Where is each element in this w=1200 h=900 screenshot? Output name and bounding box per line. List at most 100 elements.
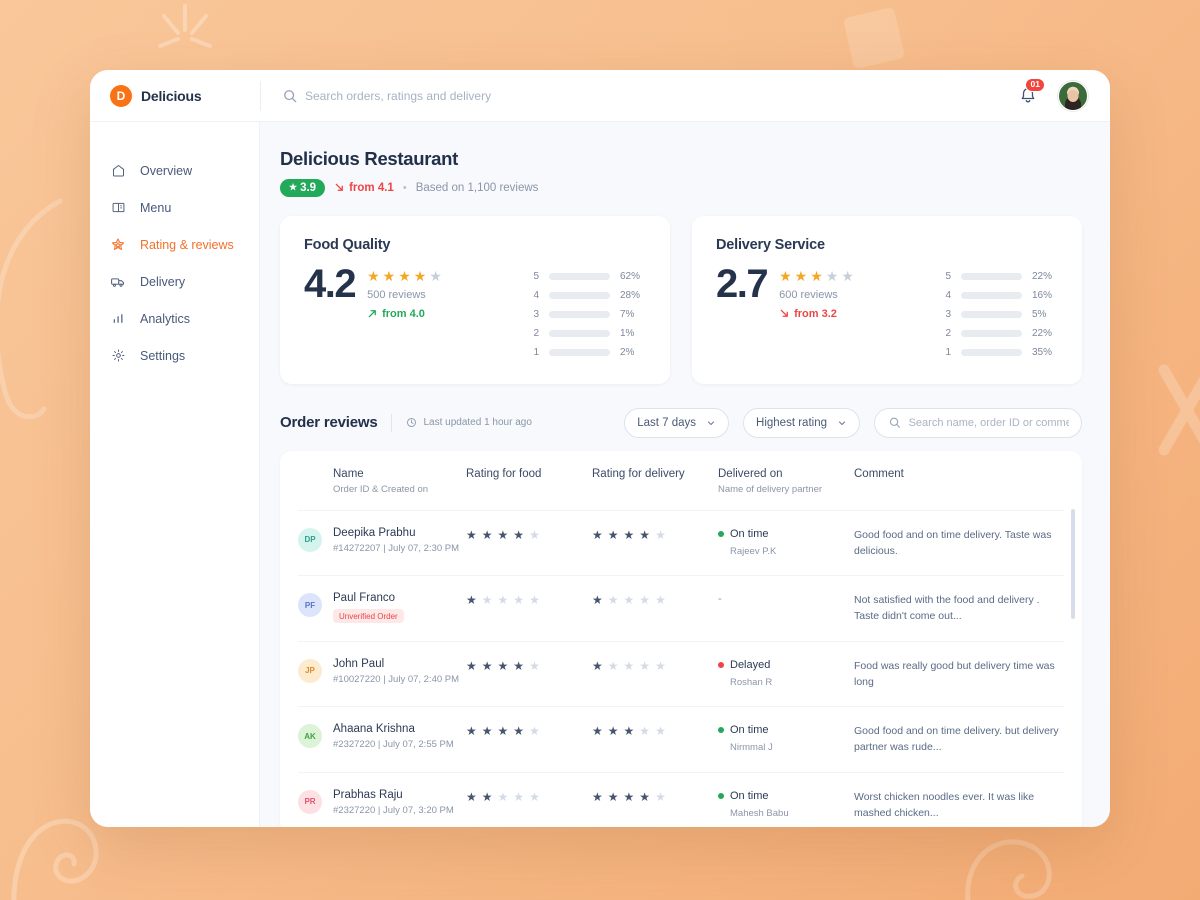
user-avatar[interactable] — [1058, 80, 1088, 111]
main-content: Delicious Restaurant ★ 3.9 from 4.1 • Ba… — [260, 122, 1110, 827]
cell-rating-food: ★ ★ ★ ★ ★ — [466, 592, 592, 606]
star-icon: ★ — [607, 527, 619, 542]
reviews-search[interactable] — [874, 407, 1082, 438]
delivery-status: On time — [718, 789, 854, 802]
sidebar-item-label: Delivery — [140, 274, 186, 289]
star-rating: ★ ★ ★ ★ ★ — [779, 269, 854, 283]
sidebar-item-analytics[interactable]: Analytics — [90, 300, 259, 337]
column-header-comment: Comment — [854, 468, 1064, 480]
cell-rating-delivery: ★ ★ ★ ★ ★ — [592, 658, 718, 672]
star-icon: ★ — [592, 593, 603, 608]
bar-value: 2% — [620, 346, 635, 358]
sidebar-item-menu[interactable]: Menu — [90, 189, 259, 226]
bar-category: 4 — [945, 289, 951, 301]
bar-row: 1 2% — [532, 343, 646, 362]
score-trend-text: from 3.2 — [794, 307, 837, 320]
book-icon — [110, 200, 126, 216]
table-row[interactable]: AK Ahaana Krishna #2327220 | July 07, 2:… — [280, 707, 1082, 772]
bar-row: 1 35% — [944, 343, 1058, 362]
table-scrollbar[interactable] — [1071, 508, 1075, 619]
reviews-search-input[interactable] — [908, 416, 1069, 429]
star-icon: ★ — [481, 724, 493, 739]
star-icon: ★ — [529, 658, 540, 673]
sidebar-item-label: Analytics — [140, 311, 191, 326]
empty-value: - — [718, 593, 722, 606]
star-icon: ★ — [639, 527, 651, 542]
star-icon: ★ — [623, 658, 635, 673]
global-search-input[interactable] — [305, 88, 625, 103]
bar-row: 3 7% — [532, 305, 646, 324]
cell-rating-delivery: ★ ★ ★ ★ ★ — [592, 789, 718, 803]
column-header-delivered-on: Delivered on Name of delivery partner — [718, 468, 854, 495]
star-icon: ★ — [607, 593, 619, 608]
bar-track — [549, 272, 610, 280]
star-rating: ★ ★ ★ ★ ★ — [592, 789, 718, 803]
square-doodle — [842, 6, 906, 70]
bar-category: 2 — [533, 327, 539, 339]
table-row[interactable]: JP John Paul #10027220 | July 07, 2:40 P… — [280, 642, 1082, 707]
star-rating: ★ ★ ★ ★ ★ — [592, 527, 718, 541]
score-value: 4.2 — [304, 261, 357, 306]
notifications-button[interactable]: 01 — [1018, 77, 1046, 107]
column-header-main: Comment — [854, 467, 904, 480]
arrow-up-right-icon — [368, 310, 377, 318]
sidebar-item-rating-reviews[interactable]: Rating & reviews — [90, 226, 259, 263]
sort-filter-dropdown[interactable]: Highest rating — [743, 407, 860, 438]
date-filter-dropdown[interactable]: Last 7 days — [624, 407, 730, 438]
cell-name: JP John Paul #10027220 | July 07, 2:40 P… — [298, 658, 466, 685]
reviews-count: 500 reviews — [367, 288, 426, 301]
star-icon: ★ — [398, 267, 411, 284]
bar-category: 3 — [945, 308, 951, 320]
delivery-status-text: Delayed — [730, 658, 771, 671]
star-rating: ★ ★ ★ ★ ★ — [592, 658, 718, 672]
global-search[interactable] — [261, 88, 1018, 103]
cell-comment: Worst chicken noodles ever. It was like … — [854, 789, 1064, 822]
bar-track — [961, 329, 1022, 337]
status-dot-icon — [718, 727, 724, 734]
column-header-main: Delivered on — [718, 467, 783, 480]
overall-rating-line: ★ 3.9 from 4.1 • Based on 1,100 reviews — [280, 179, 1082, 197]
status-dot-icon — [718, 530, 724, 537]
bar-value: 62% — [620, 270, 641, 282]
bar-track — [961, 310, 1022, 318]
star-rating: ★ ★ ★ ★ ★ — [592, 723, 718, 737]
star-icon: ★ — [592, 658, 603, 673]
brand[interactable]: D Delicious — [90, 84, 260, 107]
score-value: 2.7 — [716, 261, 769, 306]
table-row[interactable]: PF Paul Franco Unverified Order ★ ★ ★ ★ ★ — [280, 576, 1082, 641]
delivery-partner: Rajeev P.K — [730, 545, 777, 557]
card-title: Food Quality — [304, 236, 391, 253]
star-icon: ★ — [497, 789, 509, 804]
bar-value: 1% — [620, 327, 635, 339]
sidebar-item-delivery[interactable]: Delivery — [90, 263, 259, 300]
table-row[interactable]: PR Prabhas Raju #2327220 | July 07, 3:20… — [280, 773, 1082, 827]
star-icon: ★ — [592, 724, 603, 739]
sidebar-item-settings[interactable]: Settings — [90, 337, 259, 374]
bar-category: 1 — [533, 346, 539, 358]
arrow-down-right-icon — [335, 183, 343, 192]
cell-delivered-on: On time Nirmmal J — [718, 723, 854, 753]
star-icon: ★ — [639, 658, 651, 673]
bar-category: 4 — [533, 289, 539, 301]
star-icon: ★ — [429, 267, 442, 284]
sidebar-item-overview[interactable]: Overview — [90, 152, 259, 189]
bar-track — [961, 348, 1022, 356]
bar-row: 2 1% — [532, 324, 646, 343]
column-header-main: Name — [333, 467, 364, 480]
bar-value: 7% — [620, 308, 635, 320]
date-filter-label: Last 7 days — [637, 416, 697, 429]
order-meta: #10027220 | July 07, 2:40 PM — [333, 673, 460, 685]
table-row[interactable]: DP Deepika Prabhu #14272207 | July 07, 2… — [280, 511, 1082, 576]
avatar: JP — [298, 658, 322, 683]
star-icon: ★ — [367, 267, 380, 284]
card-delivery-service: Delivery Service 2.7 ★ ★ ★ ★ ★ 600 revie… — [692, 215, 1082, 384]
cell-name: AK Ahaana Krishna #2327220 | July 07, 2:… — [298, 723, 466, 750]
sidebar-item-label: Rating & reviews — [140, 237, 234, 252]
based-on-text: Based on 1,100 reviews — [415, 181, 539, 194]
bar-value: 22% — [1032, 270, 1053, 282]
unverified-order-badge: Unverified Order — [333, 609, 404, 624]
score-block: 2.7 ★ ★ ★ ★ ★ 600 reviews from 3.2 — [716, 261, 926, 320]
cell-rating-food: ★ ★ ★ ★ ★ — [466, 789, 592, 803]
x-doodle — [1158, 364, 1200, 456]
cell-rating-food: ★ ★ ★ ★ ★ — [466, 723, 592, 737]
